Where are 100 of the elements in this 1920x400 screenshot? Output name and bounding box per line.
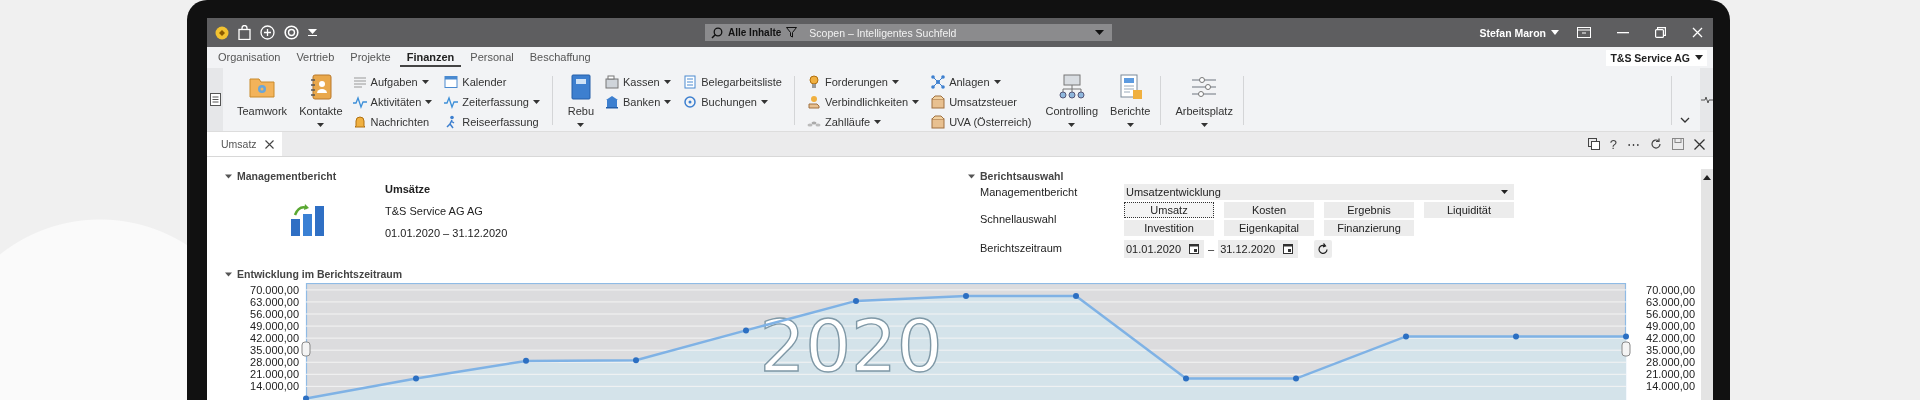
caret-icon[interactable] — [1095, 30, 1104, 35]
ribbon-button[interactable]: Controlling — [1041, 68, 1103, 131]
ribbon-button[interactable]: Forderungen — [805, 72, 926, 92]
calendar-icon[interactable] — [1278, 240, 1299, 258]
coin-icon — [807, 75, 821, 89]
range-separator: – — [1208, 243, 1215, 255]
quick-select-button[interactable]: Kosten — [1224, 202, 1314, 218]
network-icon — [931, 75, 946, 89]
quick-select-button[interactable]: Liquidität — [1424, 202, 1514, 218]
close-icon[interactable] — [264, 139, 274, 149]
data-point — [303, 395, 309, 400]
close-icon[interactable] — [1694, 138, 1705, 150]
watermark-year: 2020 — [759, 304, 943, 388]
copy-icon[interactable] — [1587, 138, 1600, 150]
ribbon-button[interactable]: Berichte — [1106, 68, 1155, 131]
axis-label: 63.000,00 — [250, 295, 299, 308]
triangle-icon[interactable] — [968, 172, 975, 180]
ribbon-button[interactable]: Aufgaben — [350, 72, 439, 92]
ribbon-button[interactable]: Banken — [602, 92, 678, 112]
ribbon-button[interactable]: Kalender — [442, 72, 546, 92]
ribbon-button[interactable]: Rebu — [562, 68, 599, 131]
search-input[interactable]: Scopen – Intelligentes Suchfeld — [807, 25, 1095, 40]
app-logo-icon[interactable] — [215, 25, 229, 40]
axis-label: 63.000,00 — [1646, 295, 1695, 308]
date-field[interactable]: 01.01.2020 — [1124, 240, 1184, 258]
field-label: Managementbericht — [980, 186, 1079, 198]
data-point — [1403, 333, 1409, 340]
axis-label: 35.000,00 — [1646, 344, 1695, 357]
quick-select-button[interactable]: Investition — [1124, 220, 1214, 236]
box-icon — [931, 115, 946, 129]
save-icon[interactable] — [1672, 138, 1684, 150]
quick-select-button[interactable]: Eigenkapital — [1224, 220, 1314, 236]
ribbon-button[interactable]: Verbindlichkeiten — [805, 92, 926, 112]
ribbon-button[interactable]: Nachrichten — [350, 112, 439, 132]
document-icon — [683, 75, 698, 89]
menu-tab[interactable]: Personal — [463, 48, 521, 67]
restore-icon[interactable] — [1655, 27, 1666, 38]
axis-label: 42.000,00 — [250, 332, 299, 345]
box-icon — [931, 95, 946, 109]
bag-icon[interactable] — [238, 25, 251, 40]
target-icon — [683, 95, 698, 109]
side-panel-tab[interactable] — [207, 68, 223, 131]
pulse-icon — [352, 95, 367, 109]
toolbar-button[interactable]: ⋯ — [1627, 136, 1640, 152]
quick-select-button[interactable]: Umsatz — [1124, 202, 1214, 218]
ribbon-button[interactable]: Buchungen — [681, 92, 788, 112]
ribbon-button[interactable]: Belegarbeitsliste — [681, 72, 788, 92]
caret-icon — [1695, 55, 1703, 60]
scope-selector[interactable]: Alle Inhalte — [705, 24, 804, 41]
data-point — [963, 292, 969, 299]
company-selector[interactable]: T&S Service AG — [1606, 49, 1707, 66]
pulse-icon — [1700, 95, 1713, 104]
quick-select-button[interactable]: Ergebnis — [1324, 202, 1414, 218]
refresh-button[interactable] — [1314, 240, 1333, 258]
chevron-icon[interactable] — [1680, 117, 1690, 123]
menu-tab[interactable]: Beschaffung — [522, 48, 598, 67]
ribbon-button[interactable]: Reiseerfassung — [442, 112, 546, 132]
ribbon-button[interactable]: Zahlläufe — [805, 112, 926, 132]
ribbon-button[interactable]: Zeiterfassung — [442, 92, 546, 112]
document-tab[interactable]: Umsatz — [207, 132, 282, 156]
axis-label: 21.000,00 — [1646, 368, 1695, 381]
refresh-icon[interactable] — [1650, 138, 1662, 150]
menu-tab[interactable]: Projekte — [343, 48, 398, 67]
range-handle[interactable] — [1621, 341, 1631, 357]
axis-label: 56.000,00 — [1646, 308, 1695, 320]
range-handle[interactable] — [301, 341, 311, 357]
triangle-icon[interactable] — [225, 270, 232, 278]
bank-icon — [604, 95, 619, 109]
toolbar-button[interactable]: ? — [1609, 136, 1617, 152]
report-dropdown[interactable]: Umsatzentwicklung — [1124, 184, 1514, 200]
ribbon-button[interactable]: UVA (Österreich) — [929, 112, 1038, 132]
report-title: Umsätze — [385, 183, 432, 195]
ribbon-button[interactable]: Anlagen — [929, 72, 1038, 92]
caret-icon[interactable] — [308, 29, 317, 36]
quick-select-button[interactable]: Finanzierung — [1324, 220, 1414, 236]
triangle-icon[interactable] — [225, 172, 232, 180]
search-icon — [711, 26, 723, 39]
caret-icon — [1551, 30, 1559, 35]
menu-tab[interactable]: Vertrieb — [289, 48, 342, 67]
menu-tab[interactable]: Organisation — [211, 48, 288, 67]
arrow-up-icon[interactable] — [1703, 175, 1711, 180]
axis-label: 42.000,00 — [1646, 332, 1695, 345]
window-icon[interactable] — [1577, 27, 1591, 38]
date-field[interactable]: 31.12.2020 — [1218, 240, 1279, 258]
calendar-icon[interactable] — [1184, 240, 1204, 258]
ribbon-button[interactable]: Arbeitsplatz — [1171, 68, 1237, 131]
user-menu[interactable]: Stefan Maron — [1479, 26, 1559, 39]
lifebuoy-icon[interactable] — [284, 25, 299, 40]
axis-label: 14.000,00 — [1646, 380, 1695, 393]
search-field[interactable]: Scopen – Intelligentes Suchfeld — [803, 24, 1112, 41]
ribbon-button[interactable]: Teamwork — [233, 68, 292, 131]
plus-icon[interactable] — [260, 25, 275, 40]
ribbon-button[interactable]: Kassen — [602, 72, 678, 92]
scrollbar[interactable] — [1701, 169, 1713, 400]
ribbon-button[interactable]: Kontakte — [295, 68, 347, 131]
minimize-icon[interactable] — [1617, 31, 1629, 34]
data-point — [1073, 292, 1079, 299]
ribbon-button[interactable]: Aktivitäten — [350, 92, 439, 112]
org-chart-icon — [1057, 73, 1086, 101]
ribbon-button[interactable]: Umsatzsteuer — [929, 92, 1038, 112]
